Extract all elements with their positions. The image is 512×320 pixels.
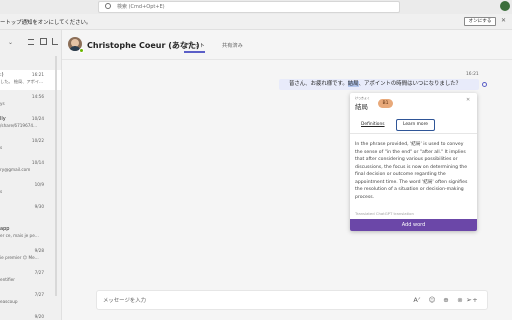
chat-list-item[interactable]: :) 16:21 した。 絵局、アポイ...	[0, 70, 61, 90]
chat-list-item[interactable]: 9/20mail couper la p...	[0, 312, 61, 320]
notification-text: ートップ通知をオンにしてください。	[0, 20, 92, 26]
level-badge: B1	[378, 99, 393, 108]
read-receipt-icon	[482, 82, 487, 87]
search-placeholder: 検索 (Cmd+Opt+E)	[117, 4, 165, 10]
chat-list-item[interactable]: 10/9 s	[0, 180, 61, 200]
message-composer[interactable]: メッセージを入力 Aᐟ ☺ ⊕ ⊚ +	[96, 290, 488, 310]
chat-list-header: ⌄	[0, 30, 61, 56]
search-icon	[105, 3, 111, 9]
emoji-icon[interactable]: ☺	[428, 296, 436, 304]
chat-time: 9/30	[34, 204, 44, 209]
chat-list-item[interactable]: app er ce, mais je pe...	[0, 224, 61, 244]
profile-avatar[interactable]	[500, 1, 510, 11]
chat-list-item[interactable]: 7/27 eascoup	[0, 290, 61, 310]
scrollbar[interactable]	[55, 56, 57, 296]
chat-snippet: /share/6719674...	[0, 123, 38, 128]
filter-icon[interactable]	[28, 39, 34, 45]
word-reading: けっきょく	[355, 96, 371, 100]
popup-word: 結局	[355, 103, 368, 111]
highlighted-word[interactable]: 結局	[347, 81, 359, 87]
attach-icon[interactable]: ⊕	[442, 296, 450, 304]
chat-list-panel: ⌄ :) 16:21 した。 絵局、アポイ... 14:56 ys lly 10/24/sh…	[0, 30, 62, 320]
enable-notifications-button[interactable]: オンにする	[464, 17, 496, 26]
title-bar: 検索 (Cmd+Opt+E)	[0, 0, 512, 14]
message-text-after: 、アポイントの時間はいつになりました？	[358, 81, 461, 87]
chat-list-item[interactable]: 9/30	[0, 202, 61, 222]
contact-name: Christophe Coeur (あなた)	[87, 41, 200, 50]
chat-name: lly	[0, 116, 6, 122]
chat-snippet: ys	[0, 101, 5, 106]
video-icon[interactable]	[40, 38, 47, 45]
chevron-down-icon[interactable]: ⌄	[8, 39, 13, 46]
close-icon[interactable]: ✕	[466, 97, 470, 103]
chat-name: app	[0, 226, 10, 232]
chat-time: 9/20	[34, 314, 44, 319]
chat-time: 10/24	[31, 116, 44, 121]
close-icon[interactable]: ✕	[501, 17, 506, 24]
chat-list-item[interactable]: lly 10/24/share/6719674...	[0, 114, 61, 134]
chat-snippet: entifier	[0, 277, 15, 282]
chat-time: 10/14	[31, 160, 44, 165]
chat-snippet: s	[0, 189, 3, 194]
definition-text: In the phrase provided, '結局' is used to …	[355, 142, 468, 200]
tab-shared[interactable]: 共有済み	[222, 42, 243, 49]
presence-status-dot	[79, 48, 84, 53]
send-icon[interactable]: ➢	[466, 296, 472, 304]
message-bubble[interactable]: 皆さん、お疲れ様です。結局、アポイントの時間はいつになりました？	[279, 79, 479, 90]
message-input[interactable]: メッセージを入力	[103, 296, 146, 304]
chat-time: 9/28	[34, 248, 44, 253]
message-text-before: 皆さん、お疲れ様です。	[289, 81, 348, 87]
chat-time: 10/9	[34, 182, 44, 187]
chat-time: 7/27	[34, 292, 44, 297]
chat-snippet: ie premier 😊 Me...	[0, 255, 39, 260]
chat-list-item[interactable]: 7/27 entifier	[0, 268, 61, 288]
compose-icon[interactable]	[52, 38, 58, 45]
chat-time: 10/22	[31, 138, 44, 143]
word-definition-popup: けっきょく 結局 B1 ✕ Definitions Learn more In …	[350, 93, 477, 231]
chat-main: Christophe Coeur (あなた) チャット 共有済み 16:21 皆…	[62, 30, 512, 320]
definitions-link[interactable]: Definitions	[361, 122, 385, 127]
divider	[350, 133, 477, 134]
chat-time: 7/27	[34, 270, 44, 275]
chat-header: Christophe Coeur (あなた) チャット 共有済み	[62, 30, 512, 60]
chat-list-item[interactable]: 14:56 ys	[0, 92, 61, 112]
learn-more-button[interactable]: Learn more	[396, 119, 435, 131]
chat-time: 14:56	[31, 94, 44, 99]
chat-name: :)	[0, 72, 4, 78]
chat-time: 16:21	[31, 72, 44, 77]
chat-snippet: er ce, mais je pe...	[0, 233, 39, 238]
format-icon[interactable]: Aᐟ	[413, 296, 421, 304]
add-word-button[interactable]: Add word	[350, 219, 477, 231]
translation-source: Translated ChatGPT translation	[355, 211, 414, 216]
chat-list-item[interactable]: 10/14 ry@gmail.com	[0, 158, 61, 178]
chat-snippet: s	[0, 145, 3, 150]
chat-snippet: eascoup	[0, 299, 18, 304]
chat-snippet: した。 絵局、アポイ...	[0, 79, 44, 84]
notification-banner: ートップ通知をオンにしてください。 オンにする ✕	[0, 14, 512, 30]
chat-list-item[interactable]: 10/22 s	[0, 136, 61, 156]
loop-icon[interactable]: ⊚	[456, 296, 464, 304]
search-box[interactable]: 検索 (Cmd+Opt+E)	[98, 1, 400, 13]
tab-chat[interactable]: チャット	[184, 42, 205, 53]
message-timestamp: 16:21	[466, 72, 479, 77]
add-icon[interactable]: +	[471, 296, 479, 304]
chat-list-item[interactable]: 9/28 ie premier 😊 Me...	[0, 246, 61, 266]
chat-snippet: ry@gmail.com	[0, 167, 31, 172]
